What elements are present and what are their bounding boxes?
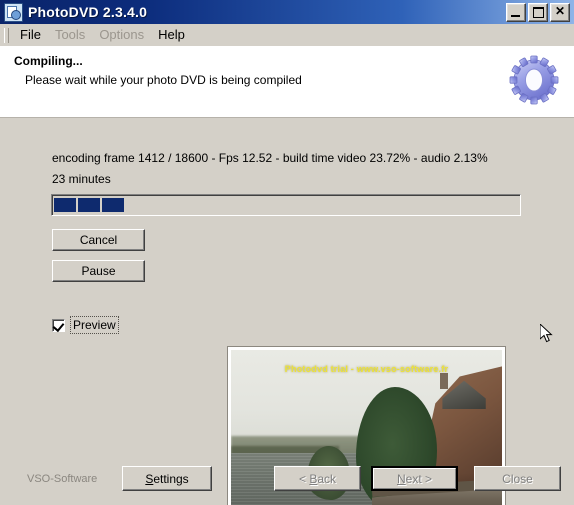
- next-button: Next >: [371, 466, 458, 491]
- page-subtitle: Please wait while your photo DVD is bein…: [25, 73, 302, 87]
- next-button-label: Next >: [396, 471, 433, 486]
- header-band: Compiling... Please wait while your phot…: [0, 46, 574, 118]
- mouse-cursor: [540, 324, 553, 343]
- menu-grip: [4, 27, 9, 43]
- menu-item-help[interactable]: Help: [151, 26, 192, 44]
- progress-chunk: [102, 198, 124, 212]
- encoding-status-text: encoding frame 1412 / 18600 - Fps 12.52 …: [52, 151, 488, 165]
- settings-button-label: Settings: [145, 472, 188, 486]
- mnemonic-letter: N: [396, 471, 406, 486]
- close-icon: ✕: [554, 4, 566, 18]
- title-bar: PhotoDVD 2.3.4.0 ✕: [0, 0, 574, 24]
- next-button-inner: Next >: [373, 468, 456, 489]
- back-button-label: < Back: [298, 471, 337, 486]
- menu-item-options: Options: [99, 27, 145, 42]
- preview-checkbox-row[interactable]: Preview: [52, 316, 119, 334]
- window-controls: ✕: [506, 3, 570, 22]
- preview-watermark: Photodvd trial - www.vso-software.fr: [284, 364, 449, 375]
- check-icon: [52, 319, 65, 332]
- image-chimney: [439, 372, 448, 389]
- preview-image: Photodvd trial - www.vso-software.fr: [231, 350, 502, 505]
- progress-bar: [51, 194, 521, 216]
- back-button: < Back: [274, 466, 361, 491]
- mnemonic-letter: B: [309, 471, 318, 486]
- cancel-button[interactable]: Cancel: [52, 229, 145, 251]
- brand-label: VSO-Software: [27, 473, 98, 485]
- page-title: Compiling...: [14, 54, 83, 68]
- close-button[interactable]: ✕: [550, 3, 570, 22]
- preview-checkbox-label: Preview: [70, 316, 119, 334]
- photodvd-window: PhotoDVD 2.3.4.0 ✕ File Tools Options He…: [0, 0, 574, 505]
- pause-button[interactable]: Pause: [52, 260, 145, 282]
- progress-chunk: [54, 198, 76, 212]
- menu-bar: File Tools Options Help: [0, 24, 574, 47]
- menu-item-tools: Tools: [54, 27, 86, 42]
- settings-label-rest: ettings: [153, 471, 189, 486]
- settings-button[interactable]: Settings: [122, 466, 212, 491]
- minimize-button[interactable]: [506, 3, 526, 22]
- window-title: PhotoDVD 2.3.4.0: [28, 4, 148, 20]
- elapsed-time-text: 23 minutes: [52, 172, 111, 186]
- menu-item-file[interactable]: File: [13, 26, 48, 44]
- maximize-button[interactable]: [528, 3, 548, 22]
- main-panel: encoding frame 1412 / 18600 - Fps 12.52 …: [0, 118, 574, 505]
- progress-chunk: [78, 198, 100, 212]
- progress-bar-track: [54, 198, 518, 212]
- gear-icon: [509, 55, 559, 105]
- preview-checkbox[interactable]: [52, 318, 65, 332]
- preview-image-frame: Photodvd trial - www.vso-software.fr: [227, 346, 506, 505]
- close-footer-button: Close: [474, 466, 561, 491]
- app-icon: [4, 2, 23, 22]
